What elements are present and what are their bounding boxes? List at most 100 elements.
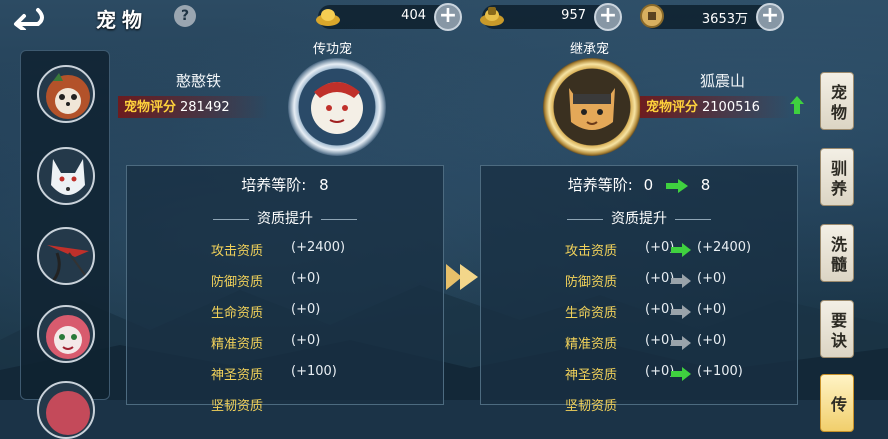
pet-slot-red-panda[interactable] xyxy=(37,65,95,123)
donor-attr-value: (+100) xyxy=(291,364,337,379)
bound-ingot-icon xyxy=(480,7,504,26)
pet-list xyxy=(20,50,110,439)
pet-avatar-icon xyxy=(46,391,90,435)
tab-inherit[interactable]: 传 xyxy=(820,374,854,432)
receiver-attr-row: 神圣资质 (+0) (+100) xyxy=(481,364,797,386)
resource-bound-gold: 957 + xyxy=(480,3,622,31)
tab-refine[interactable]: 洗髓 xyxy=(820,224,854,282)
fox-portrait-icon xyxy=(569,88,615,130)
donor-attr-name: 神圣资质 xyxy=(211,368,264,383)
top-bar: 宠物 ? 404 + 957 + 3653万 + xyxy=(0,0,888,34)
donor-attr-row: 防御资质 (+0) xyxy=(127,271,443,293)
receiver-attr-name: 防御资质 xyxy=(565,275,618,290)
increase-arrow-icon xyxy=(671,367,691,381)
receiver-level-label: 培养等阶: xyxy=(567,176,633,194)
resource-coin-value: 3653万 xyxy=(701,12,748,27)
donor-level: 培养等阶: 8 xyxy=(127,174,443,195)
donor-level-value: 8 xyxy=(319,176,329,194)
receiver-attr-panel: 培养等阶: 0 8 资质提升 攻击资质 (+0) (+2400) 防御资质 (+0) (+… xyxy=(480,165,798,414)
receiver-attr-value: (+0) xyxy=(645,240,675,255)
receiver-pet-medal[interactable] xyxy=(543,58,641,156)
tab-skill[interactable]: 要诀 xyxy=(820,300,854,358)
donor-attr-name: 防御资质 xyxy=(211,275,264,290)
receiver-attr-new-value: (+0) xyxy=(697,302,727,317)
back-button[interactable] xyxy=(8,4,48,32)
donor-attr-name: 坚韧资质 xyxy=(211,399,264,414)
receiver-attr-name: 坚韧资质 xyxy=(565,399,618,414)
unchanged-arrow-icon xyxy=(671,305,691,319)
tab-train[interactable]: 驯养 xyxy=(820,148,854,206)
pet-slot-white-wolf[interactable] xyxy=(37,147,95,205)
white-wolf-icon xyxy=(51,159,85,195)
lion-dance-cat-icon xyxy=(46,315,90,359)
donor-attr-row: 坚韧资质 xyxy=(127,395,443,417)
receiver-score-value: 2100516 xyxy=(702,100,760,115)
receiver-score: 宠物评分 2100516 xyxy=(640,96,790,118)
resource-bound-gold-value: 957 xyxy=(561,8,586,23)
donor-attr-value: (+0) xyxy=(291,271,321,286)
receiver-attr-row: 防御资质 (+0) (+0) xyxy=(481,271,797,293)
resource-gold-value: 404 xyxy=(401,8,426,23)
receiver-section-label: 资质提升 xyxy=(611,211,667,227)
receiver-attr-new-value: (+100) xyxy=(697,364,743,379)
receiver-attr-row: 坚韧资质 xyxy=(481,395,797,417)
donor-section-title: 资质提升 xyxy=(127,208,443,228)
receiver-attr-value: (+0) xyxy=(645,271,675,286)
donor-attr-panel: 培养等阶: 8 资质提升 攻击资质 (+2400) 防御资质 (+0) 生命资质 (+0)… xyxy=(126,165,444,414)
receiver-attr-value: (+0) xyxy=(645,333,675,348)
gold-ingot-icon xyxy=(316,9,340,26)
resource-coin: 3653万 + xyxy=(640,3,784,31)
level-up-arrow-icon xyxy=(665,178,688,193)
page-title: 宠物 xyxy=(96,8,148,32)
donor-attr-name: 攻击资质 xyxy=(211,244,264,259)
receiver-attr-new-value: (+0) xyxy=(697,271,727,286)
donor-attr-row: 精准资质 (+0) xyxy=(127,333,443,355)
transfer-arrow-icon xyxy=(446,264,478,290)
donor-level-label: 培养等阶: xyxy=(241,176,307,194)
unchanged-arrow-icon xyxy=(671,336,691,350)
receiver-level-from: 0 xyxy=(643,176,654,194)
receiver-attr-value: (+0) xyxy=(645,364,675,379)
donor-pet-name: 憨憨铁 xyxy=(176,72,222,90)
add-coin-button[interactable]: + xyxy=(756,3,784,31)
donor-role-label: 传功宠 xyxy=(313,42,353,57)
receiver-attr-row: 精准资质 (+0) (+0) xyxy=(481,333,797,355)
receiver-attr-row: 攻击资质 (+0) (+2400) xyxy=(481,240,797,262)
receiver-attr-new-value: (+0) xyxy=(697,333,727,348)
tab-pet[interactable]: 宠物 xyxy=(820,72,854,130)
add-gold-button[interactable]: + xyxy=(434,3,462,31)
receiver-role-label: 继承宠 xyxy=(570,42,610,57)
crane-icon xyxy=(47,245,89,282)
donor-attr-row: 生命资质 (+0) xyxy=(127,302,443,324)
pet-slot-crane[interactable] xyxy=(37,227,95,285)
donor-attr-row: 神圣资质 (+100) xyxy=(127,364,443,386)
receiver-attr-name: 精准资质 xyxy=(565,337,618,352)
receiver-attr-name: 神圣资质 xyxy=(565,368,618,383)
receiver-attr-name: 攻击资质 xyxy=(565,244,618,259)
add-bound-gold-button[interactable]: + xyxy=(594,3,622,31)
increase-arrow-icon xyxy=(671,243,691,257)
receiver-score-label: 宠物评分 xyxy=(646,100,699,115)
donor-section-label: 资质提升 xyxy=(257,211,313,227)
receiver-level: 培养等阶: 0 8 xyxy=(481,174,797,195)
receiver-attr-name: 生命资质 xyxy=(565,306,618,321)
donor-attr-value: (+2400) xyxy=(291,240,346,255)
resource-gold: 404 + xyxy=(316,3,462,31)
receiver-pet-name: 狐震山 xyxy=(700,72,746,90)
donor-attr-name: 精准资质 xyxy=(211,337,264,352)
monkey-king-portrait-icon xyxy=(311,82,363,134)
help-button[interactable]: ? xyxy=(174,5,196,27)
receiver-attr-value: (+0) xyxy=(645,302,675,317)
donor-attr-value: (+0) xyxy=(291,333,321,348)
receiver-section-title: 资质提升 xyxy=(481,208,797,228)
back-arrow-icon xyxy=(14,8,44,32)
receiver-attr-new-value: (+2400) xyxy=(697,240,752,255)
pet-slot-lion-dance-cat[interactable] xyxy=(37,305,95,363)
copper-coin-icon xyxy=(640,4,664,28)
donor-attr-name: 生命资质 xyxy=(211,306,264,321)
donor-score-label: 宠物评分 xyxy=(124,100,177,115)
donor-pet-medal[interactable] xyxy=(288,58,386,156)
receiver-attr-row: 生命资质 (+0) (+0) xyxy=(481,302,797,324)
pet-slot-5[interactable] xyxy=(37,381,95,439)
donor-score-value: 281492 xyxy=(180,100,230,115)
